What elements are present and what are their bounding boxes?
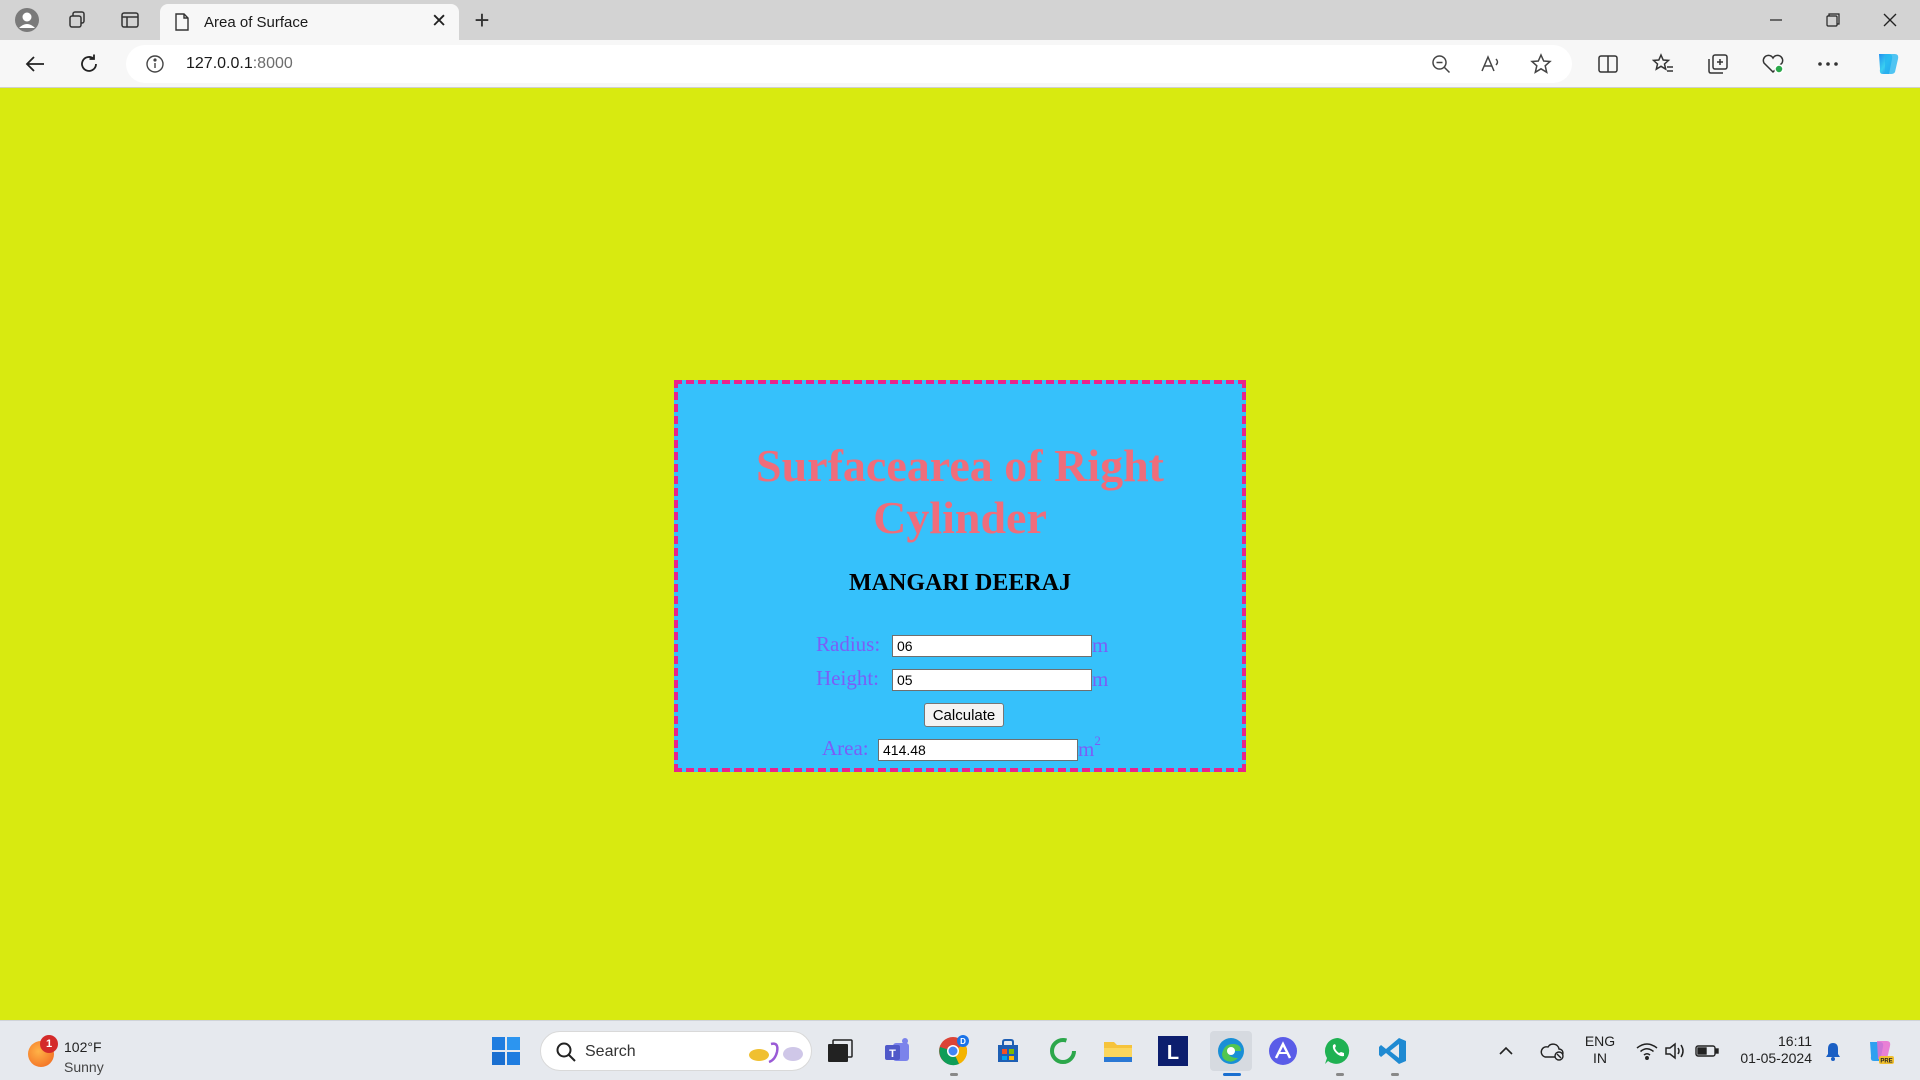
running-indicator	[1391, 1073, 1399, 1076]
weather-badge: 1	[40, 1035, 58, 1053]
notifications-bell-icon[interactable]	[1818, 1033, 1848, 1069]
svg-text:T: T	[889, 1048, 896, 1060]
taskbar-search[interactable]: Search	[540, 1031, 812, 1071]
new-tab-button[interactable]: +	[468, 5, 496, 35]
weather-temperature: 102°F	[64, 1039, 102, 1055]
favorites-icon[interactable]	[1648, 50, 1678, 78]
favorite-star-icon[interactable]	[1526, 50, 1556, 78]
address-bar: 127.0.0.1:8000	[0, 40, 1920, 88]
zoom-out-icon[interactable]	[1426, 50, 1456, 78]
running-indicator	[950, 1073, 958, 1076]
restore-icon[interactable]	[1805, 4, 1861, 36]
show-hidden-icons-chevron-up-icon[interactable]	[1494, 1033, 1518, 1069]
file-explorer-icon[interactable]	[1100, 1033, 1136, 1069]
svg-text:D: D	[960, 1037, 966, 1046]
search-icon	[555, 1041, 577, 1068]
height-row: Height: m	[678, 666, 1242, 696]
workspaces-icon[interactable]	[62, 6, 92, 34]
search-label: Search	[585, 1043, 636, 1060]
tab-bar: Area of Surface ✕ +	[0, 0, 1920, 40]
area-unit: m2	[1078, 733, 1101, 762]
url-port: :8000	[252, 55, 293, 72]
language-code: ENG	[1584, 1033, 1616, 1049]
area-row: Area: m2	[678, 733, 1242, 766]
height-label: Height:	[816, 666, 879, 690]
search-highlight-icon	[747, 1040, 805, 1069]
sync-app-icon[interactable]	[1045, 1033, 1081, 1069]
area-output[interactable]	[878, 739, 1078, 761]
language-indicator[interactable]: ENG IN	[1580, 1033, 1620, 1067]
more-options-icon[interactable]	[1813, 50, 1843, 78]
back-arrow-icon[interactable]	[20, 50, 50, 78]
url-field[interactable]: 127.0.0.1:8000	[126, 45, 1572, 83]
read-aloud-icon[interactable]	[1476, 50, 1506, 78]
browser-essentials-icon[interactable]	[1758, 50, 1788, 78]
start-icon[interactable]	[488, 1033, 524, 1069]
weather-widget[interactable]: 1 102°F Sunny	[24, 1031, 144, 1075]
close-tab-icon[interactable]: ✕	[431, 12, 447, 32]
svg-text:PRE: PRE	[1880, 1059, 1892, 1065]
radius-label: Radius:	[816, 632, 881, 656]
volume-icon[interactable]	[1660, 1033, 1690, 1069]
close-window-icon[interactable]	[1862, 4, 1918, 36]
radius-row: Radius: m	[678, 632, 1242, 662]
weather-condition: Sunny	[64, 1059, 104, 1075]
area-unit-exponent: 2	[1094, 733, 1101, 748]
running-indicator	[1336, 1073, 1344, 1076]
url-text: 127.0.0.1:8000	[186, 55, 293, 73]
page-icon	[174, 13, 190, 36]
vertical-tabs-icon[interactable]	[115, 6, 145, 34]
onedrive-icon[interactable]	[1536, 1033, 1568, 1069]
copilot-icon[interactable]	[1870, 50, 1904, 78]
clock-time: 16:11	[1778, 1033, 1812, 1049]
tab-area-of-surface[interactable]: Area of Surface ✕	[160, 4, 459, 40]
chrome-icon[interactable]: D	[935, 1033, 971, 1069]
clock[interactable]: 16:11 01-05-2024	[1728, 1033, 1812, 1067]
task-view-icon[interactable]	[822, 1033, 858, 1069]
wifi-icon[interactable]	[1632, 1033, 1662, 1069]
edge-icon[interactable]	[1210, 1031, 1252, 1071]
url-host: 127.0.0.1	[186, 55, 253, 72]
teams-icon[interactable]: T	[880, 1033, 916, 1069]
area-label: Area:	[822, 736, 869, 760]
svg-text:L: L	[1167, 1042, 1179, 1064]
tab-title: Area of Surface	[204, 14, 309, 31]
copilot-preview-icon[interactable]: PRE	[1862, 1033, 1898, 1069]
author-name: MANGARI DEERAJ	[849, 570, 1071, 596]
site-info-icon[interactable]	[146, 55, 164, 78]
collections-icon[interactable]	[1703, 50, 1733, 78]
clock-date: 01-05-2024	[1740, 1050, 1812, 1066]
battery-icon[interactable]	[1690, 1033, 1724, 1069]
vscode-icon[interactable]	[1375, 1033, 1411, 1069]
page-title: Surfacearea of Right Cylinder	[756, 440, 1164, 543]
height-input[interactable]	[892, 669, 1092, 691]
split-screen-icon[interactable]	[1593, 50, 1623, 78]
taskbar: 1 102°F Sunny Search T D L ENG IN 16:11 …	[0, 1020, 1920, 1080]
l-app-icon[interactable]: L	[1155, 1033, 1191, 1069]
microsoft-store-icon[interactable]	[990, 1033, 1026, 1069]
area-unit-base: m	[1078, 737, 1095, 761]
affinity-app-icon[interactable]	[1265, 1033, 1301, 1069]
active-indicator	[1223, 1073, 1241, 1076]
calculator-card: Surfacearea of Right Cylinder MANGARI DE…	[674, 380, 1246, 772]
minimize-icon[interactable]	[1748, 4, 1804, 36]
region-code: IN	[1593, 1050, 1607, 1066]
profile-icon[interactable]	[12, 6, 42, 34]
calculate-button[interactable]: Calculate	[924, 703, 1004, 727]
refresh-icon[interactable]	[74, 50, 104, 78]
whatsapp-icon[interactable]	[1320, 1033, 1356, 1069]
radius-input[interactable]	[892, 635, 1092, 657]
height-unit: m	[1092, 667, 1109, 691]
radius-unit: m	[1092, 633, 1109, 657]
